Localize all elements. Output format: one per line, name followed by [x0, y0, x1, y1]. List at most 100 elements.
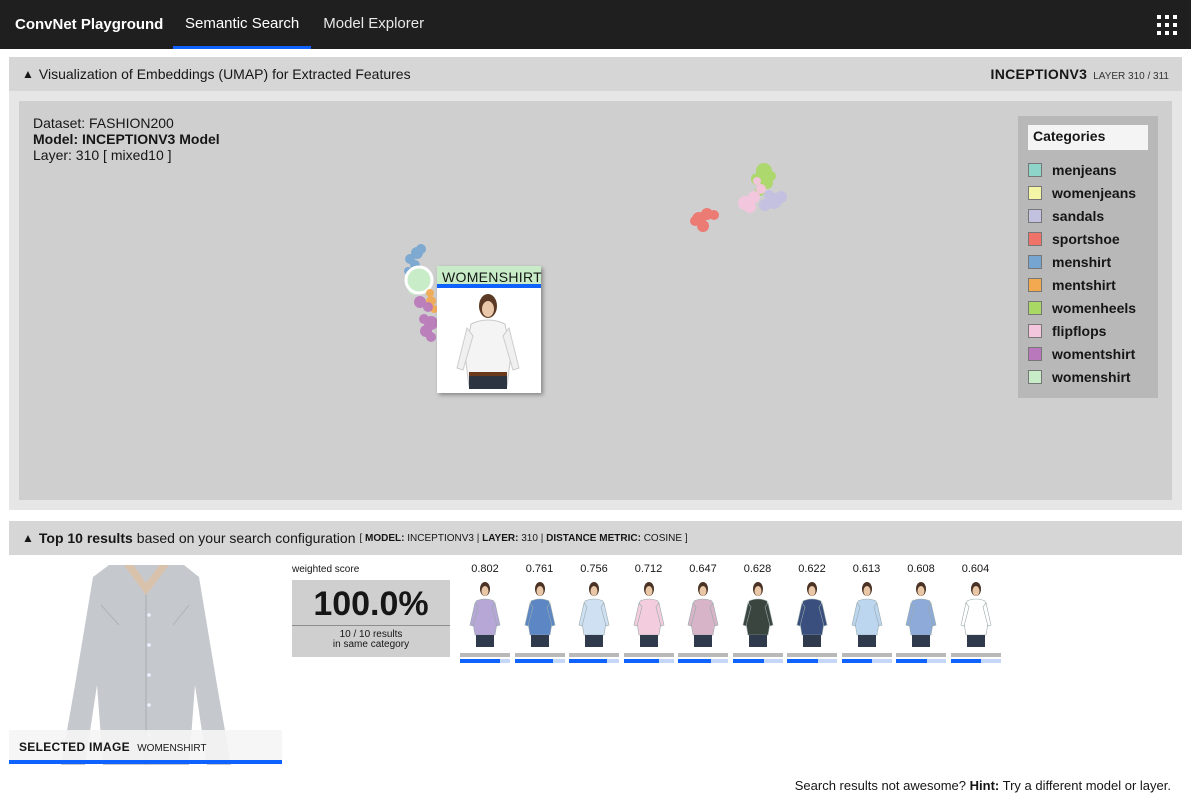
- result-category-bar: [623, 653, 674, 657]
- category-item-menshirt[interactable]: menshirt: [1028, 250, 1148, 273]
- hover-tooltip-card: WOMENSHIRT: [437, 266, 542, 393]
- category-item-menjeans[interactable]: menjeans: [1028, 158, 1148, 181]
- result-category-bar: [460, 653, 510, 657]
- weighted-score-box: 100.0% 10 / 10 results in same category: [292, 580, 450, 657]
- category-swatch: [1028, 277, 1042, 292]
- config-bracket-close: ]: [684, 532, 688, 544]
- result-thumbnail: [460, 579, 510, 647]
- result-score-bar: [896, 659, 946, 663]
- hint-lead: Search results not awesome?: [794, 778, 967, 793]
- config-model-key: MODEL:: [365, 532, 405, 544]
- result-thumbnail: [732, 579, 783, 647]
- result-item[interactable]: 0.628: [732, 563, 783, 663]
- result-item[interactable]: 0.622: [787, 563, 837, 663]
- result-score-bar-fill: [678, 659, 711, 663]
- result-thumbnail: [950, 579, 1001, 647]
- result-item[interactable]: 0.756: [569, 563, 619, 663]
- embeddings-section-header[interactable]: ▲ Visualization of Embeddings (UMAP) for…: [9, 57, 1182, 91]
- config-separator: |: [476, 532, 480, 544]
- category-item-mentshirt[interactable]: mentshirt: [1028, 273, 1148, 296]
- tab-semantic-search[interactable]: Semantic Search: [173, 0, 312, 49]
- selected-image-caption: SELECTED IMAGE WOMENSHIRT: [9, 730, 282, 764]
- config-separator: |: [540, 532, 544, 544]
- result-thumbnail: [514, 579, 565, 647]
- layer-indicator: LAYER 310 / 311: [1093, 71, 1169, 82]
- result-item[interactable]: 0.613: [841, 563, 892, 663]
- collapse-triangle-icon[interactable]: ▲: [22, 67, 34, 81]
- hint-bold: Hint:: [969, 778, 1000, 793]
- result-score-bar: [623, 659, 674, 663]
- category-label: flipflops: [1052, 322, 1107, 339]
- model-name: INCEPTIONV3: [990, 66, 1088, 82]
- result-score: 0.608: [907, 563, 935, 575]
- app-title[interactable]: ConvNet Playground: [0, 0, 173, 49]
- search-config-summary: [ MODEL: INCEPTIONV3 | LAYER: 310 | DIST…: [359, 533, 687, 544]
- category-item-sportshoe[interactable]: sportshoe: [1028, 227, 1148, 250]
- categories-legend: Categories menjeans womenjeans sandals spor…: [1018, 116, 1158, 398]
- result-item[interactable]: 0.712: [623, 563, 674, 663]
- result-category-bar: [950, 653, 1001, 657]
- config-metric-value: COSINE: [643, 532, 683, 544]
- collapse-triangle-icon[interactable]: ▲: [22, 531, 34, 545]
- result-score-bar: [678, 659, 728, 663]
- category-label: menshirt: [1052, 253, 1112, 270]
- result-score-bar: [514, 659, 565, 663]
- category-item-flipflops[interactable]: flipflops: [1028, 319, 1148, 342]
- result-score: 0.628: [743, 563, 772, 575]
- result-score: 0.756: [580, 563, 608, 575]
- result-thumbnail: [678, 579, 728, 647]
- umap-scatter-canvas[interactable]: Dataset: FASHION200 Model: INCEPTIONV3 M…: [19, 101, 1172, 500]
- result-thumbnail: [896, 579, 946, 647]
- cluster-sportshoe[interactable]: [690, 208, 719, 232]
- category-item-womenshirt[interactable]: womenshirt: [1028, 365, 1148, 388]
- tab-model-explorer[interactable]: Model Explorer: [311, 0, 436, 49]
- result-thumbnail: [841, 579, 892, 647]
- category-swatch: [1028, 208, 1042, 223]
- result-score-bar: [732, 659, 783, 663]
- result-item[interactable]: 0.761: [514, 563, 565, 663]
- category-label: womenheels: [1052, 299, 1137, 316]
- umap-scatter-plot[interactable]: [19, 101, 1172, 500]
- result-score-bar-fill: [460, 659, 500, 663]
- results-section-header[interactable]: ▲ Top 10 results based on your search co…: [9, 521, 1182, 555]
- result-item[interactable]: 0.608: [896, 563, 946, 663]
- config-metric-key: DISTANCE METRIC:: [546, 532, 641, 544]
- category-item-womenheels[interactable]: womenheels: [1028, 296, 1148, 319]
- category-swatch: [1028, 254, 1042, 269]
- result-item[interactable]: 0.802: [460, 563, 510, 663]
- hint-text: Search results not awesome? Hint: Try a …: [795, 778, 1171, 793]
- result-thumbnail: [623, 579, 674, 647]
- result-category-bar: [569, 653, 619, 657]
- result-score: 0.613: [852, 563, 881, 575]
- result-category-bar: [678, 653, 728, 657]
- config-layer-key: LAYER:: [482, 532, 519, 544]
- result-score-bar: [950, 659, 1001, 663]
- result-item[interactable]: 0.604: [950, 563, 1001, 663]
- result-score: 0.647: [689, 563, 717, 575]
- result-score: 0.761: [525, 563, 554, 575]
- result-score: 0.622: [798, 563, 826, 575]
- result-score-bar-fill: [514, 659, 553, 663]
- result-category-bar: [787, 653, 837, 657]
- embeddings-section-title: Visualization of Embeddings (UMAP) for E…: [38, 66, 411, 82]
- result-item[interactable]: 0.647: [678, 563, 728, 663]
- category-label: menjeans: [1052, 161, 1117, 178]
- result-category-bar: [732, 653, 783, 657]
- categories-title: Categories: [1028, 125, 1148, 150]
- category-swatch: [1028, 346, 1042, 361]
- category-item-womenjeans[interactable]: womenjeans: [1028, 181, 1148, 204]
- results-title-rest: based on your search configuration: [136, 530, 356, 546]
- result-score: 0.604: [961, 563, 990, 575]
- category-swatch: [1028, 185, 1042, 200]
- app-switcher-grid-icon[interactable]: [1157, 15, 1177, 35]
- result-score-bar-fill: [569, 659, 607, 663]
- category-label: womenshirt: [1052, 368, 1131, 385]
- category-item-sandals[interactable]: sandals: [1028, 204, 1148, 227]
- result-thumbnail: [787, 579, 837, 647]
- category-item-womentshirt[interactable]: womentshirt: [1028, 342, 1148, 365]
- category-swatch: [1028, 323, 1042, 338]
- category-swatch: [1028, 162, 1042, 177]
- result-score-bar: [787, 659, 837, 663]
- config-layer-value: 310: [521, 532, 538, 544]
- config-model-value: INCEPTIONV3: [407, 532, 474, 544]
